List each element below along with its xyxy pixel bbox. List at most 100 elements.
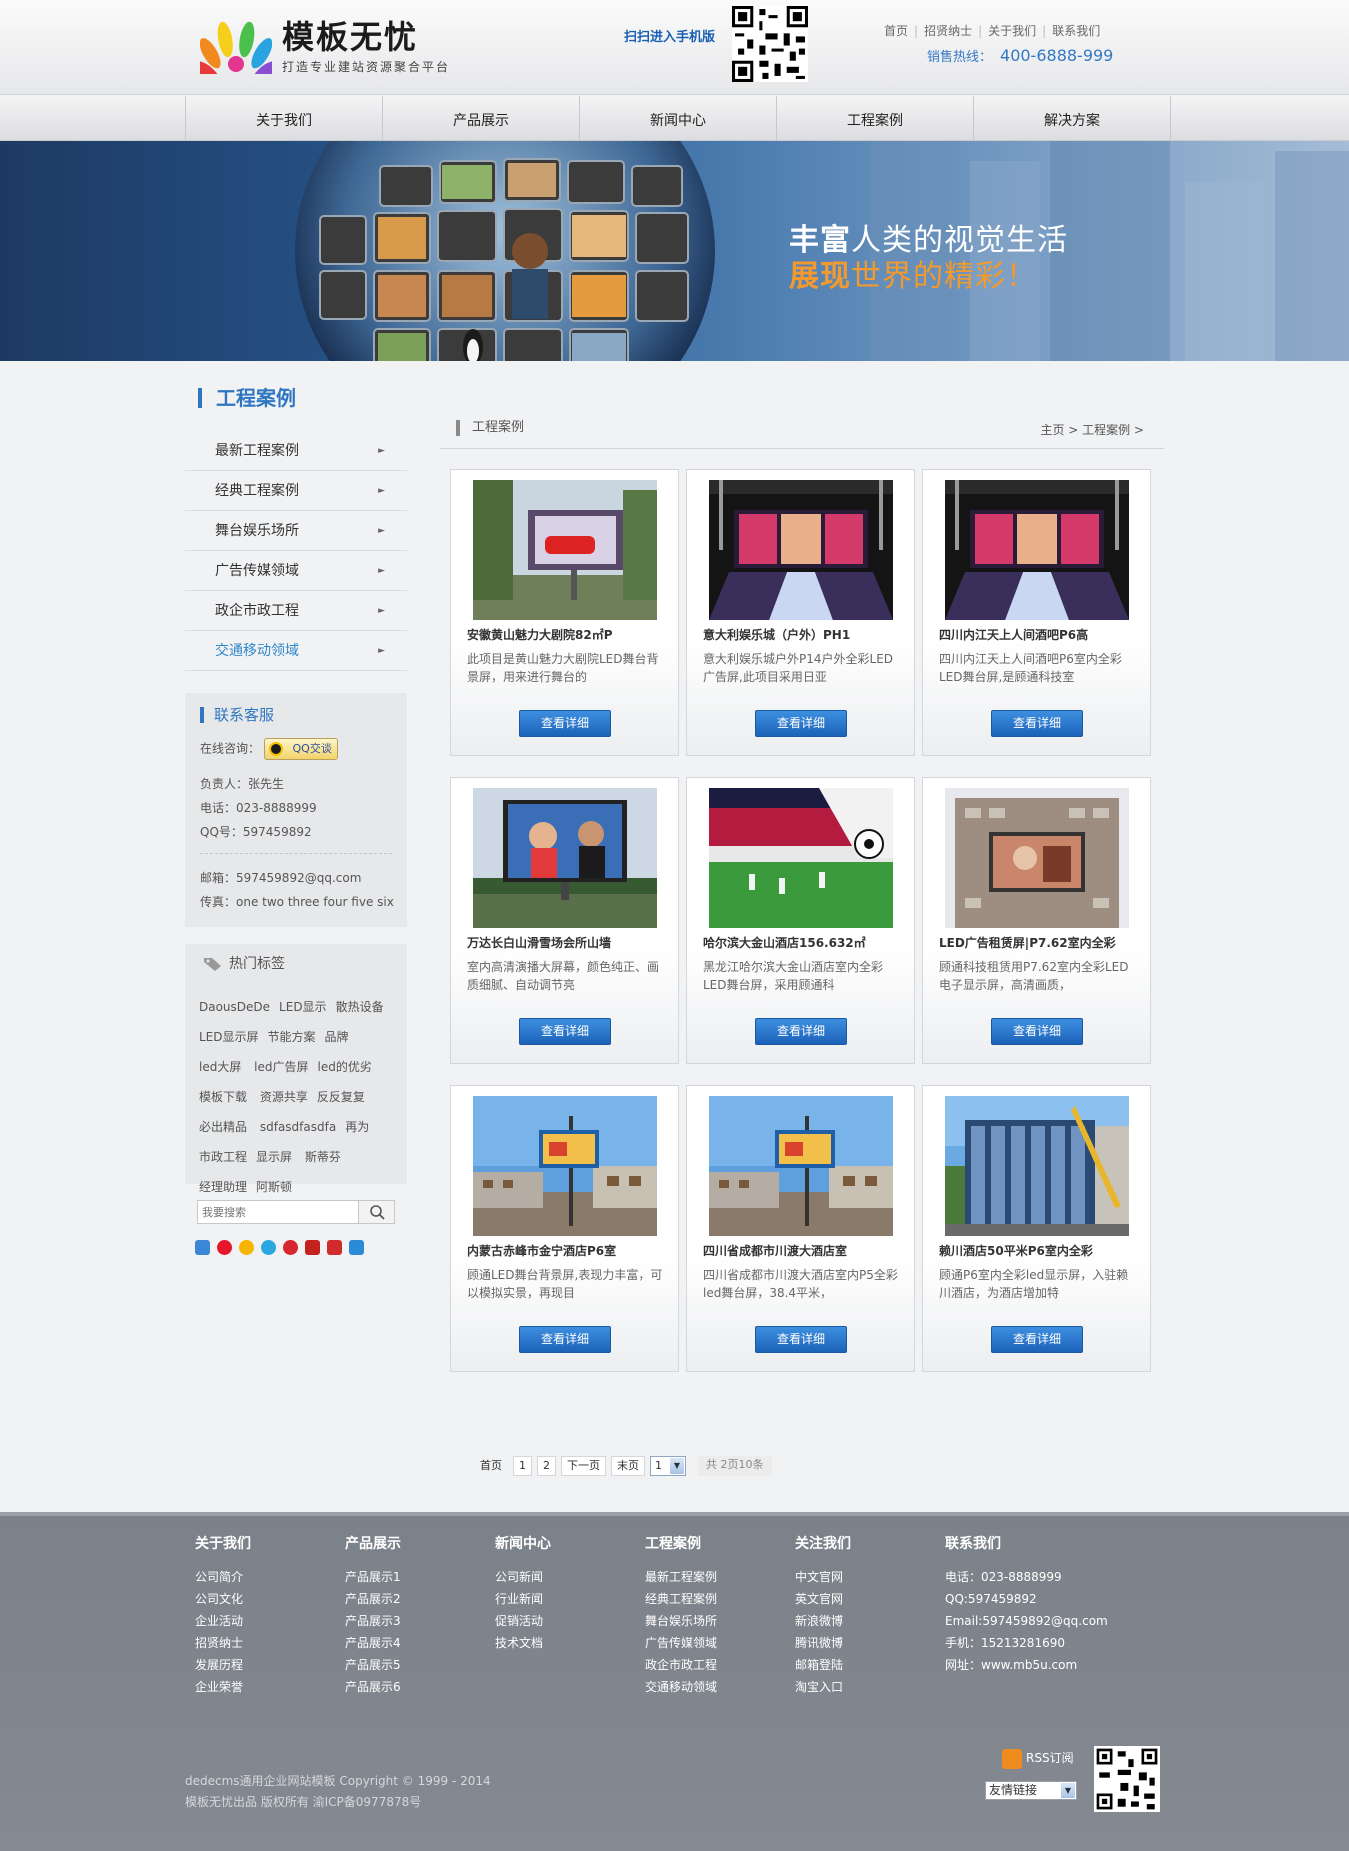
case-thumbnail-image[interactable] [945, 788, 1129, 928]
case-thumbnail[interactable] [473, 1096, 657, 1236]
view-details-button[interactable]: 查看详细 [755, 1326, 847, 1353]
case-thumbnail-image[interactable] [473, 480, 657, 620]
tag-link[interactable]: 品牌 [325, 1030, 349, 1044]
footer-link[interactable]: 手机：15213281690 [945, 1632, 1108, 1654]
footer-link[interactable]: 促销活动 [495, 1610, 551, 1632]
case-title[interactable]: 赖川酒店50平米P6室内全彩 [939, 1242, 1139, 1259]
case-thumbnail[interactable] [945, 480, 1129, 620]
rss-subscribe[interactable]: RSS订阅 [1002, 1748, 1074, 1769]
footer-link[interactable]: 英文官网 [795, 1588, 851, 1610]
tag-link[interactable]: 反反复复 [317, 1090, 365, 1104]
tag-link[interactable]: 必出精品 [199, 1120, 247, 1134]
renren-icon[interactable] [283, 1240, 298, 1255]
footer-link[interactable]: 产品展示5 [345, 1654, 401, 1676]
tag-link[interactable]: LED显示 [279, 1000, 327, 1014]
case-thumbnail-image[interactable] [473, 788, 657, 928]
tag-link[interactable]: 模板下载 [199, 1090, 247, 1104]
footer-link[interactable]: 产品展示4 [345, 1632, 401, 1654]
nav-item-about[interactable]: 关于我们 [186, 96, 383, 141]
footer-link[interactable]: 发展历程 [195, 1654, 251, 1676]
footer-link[interactable]: 公司简介 [195, 1566, 251, 1588]
weibo-icon[interactable] [217, 1240, 232, 1255]
footer-link[interactable]: 公司文化 [195, 1588, 251, 1610]
footer-link[interactable]: 产品展示3 [345, 1610, 401, 1632]
tag-link[interactable]: led广告屏 [254, 1060, 308, 1074]
view-details-button[interactable]: 查看详细 [755, 1018, 847, 1045]
footer-link[interactable]: 经典工程案例 [645, 1588, 717, 1610]
top-link-home[interactable]: 首页 [884, 24, 908, 38]
footer-link[interactable]: 企业荣誉 [195, 1676, 251, 1698]
case-thumbnail[interactable] [709, 788, 893, 928]
case-title[interactable]: 安徽黄山魅力大剧院82㎡P [467, 626, 667, 643]
sidebar-item-transport[interactable]: 交通移动领域 ► [185, 631, 407, 671]
footer-link[interactable]: 政企市政工程 [645, 1654, 717, 1676]
qzone-icon[interactable] [195, 1240, 210, 1255]
footer-link[interactable]: 公司新闻 [495, 1566, 551, 1588]
tag-link[interactable]: 节能方案 [268, 1030, 316, 1044]
home-icon[interactable] [349, 1240, 364, 1255]
footer-link[interactable]: 中文官网 [795, 1566, 851, 1588]
footer-link[interactable]: 招贤纳士 [195, 1632, 251, 1654]
nav-item-cases[interactable]: 工程案例 [777, 96, 974, 141]
footer-link[interactable]: 腾讯微博 [795, 1632, 851, 1654]
view-details-button[interactable]: 查看详细 [755, 710, 847, 737]
footer-link[interactable]: Email:597459892@qq.com [945, 1610, 1108, 1632]
tag-link[interactable]: 散热设备 [336, 1000, 384, 1014]
nav-item-solutions[interactable]: 解决方案 [974, 96, 1171, 141]
footer-link[interactable]: 最新工程案例 [645, 1566, 717, 1588]
breadcrumb[interactable]: 主页 > 工程案例 > [1040, 421, 1144, 438]
case-thumbnail[interactable] [709, 480, 893, 620]
case-thumbnail[interactable] [945, 788, 1129, 928]
footer-link[interactable]: 网址：www.mb5u.com [945, 1654, 1108, 1676]
nav-item-news[interactable]: 新闻中心 [580, 96, 777, 141]
view-details-button[interactable]: 查看详细 [991, 1326, 1083, 1353]
tag-link[interactable]: 阿斯顿 [256, 1180, 292, 1194]
search-input[interactable] [198, 1201, 358, 1223]
case-title[interactable]: 万达长白山滑雪场会所山墙 [467, 934, 667, 951]
case-thumbnail-image[interactable] [945, 480, 1129, 620]
footer-link[interactable]: 邮箱登陆 [795, 1654, 851, 1676]
tag-link[interactable]: led大屏 [199, 1060, 241, 1074]
case-title[interactable]: LED广告租赁屏|P7.62室内全彩 [939, 934, 1139, 951]
case-thumbnail-image[interactable] [945, 1096, 1129, 1236]
footer-link[interactable]: 电话：023-8888999 [945, 1566, 1108, 1588]
footer-link[interactable]: 舞台娱乐场所 [645, 1610, 717, 1632]
footer-link[interactable]: 广告传媒领域 [645, 1632, 717, 1654]
sidebar-item-government[interactable]: 政企市政工程 ► [185, 591, 407, 631]
footer-link[interactable]: 企业活动 [195, 1610, 251, 1632]
footer-link[interactable]: 淘宝入口 [795, 1676, 851, 1698]
case-thumbnail[interactable] [473, 480, 657, 620]
sidebar-item-stage[interactable]: 舞台娱乐场所 ► [185, 511, 407, 551]
tieba-icon[interactable] [305, 1240, 320, 1255]
pager-first[interactable]: 首页 [474, 1456, 508, 1476]
tag-link[interactable]: 再为 [345, 1120, 369, 1134]
case-title[interactable]: 四川内江天上人间酒吧P6高 [939, 626, 1139, 643]
footer-link[interactable]: 交通移动领域 [645, 1676, 717, 1698]
case-thumbnail[interactable] [945, 1096, 1129, 1236]
view-details-button[interactable]: 查看详细 [991, 710, 1083, 737]
case-thumbnail-image[interactable] [709, 480, 893, 620]
tag-link[interactable]: 经理助理 [199, 1180, 247, 1194]
tag-link[interactable]: led的优劣 [318, 1060, 372, 1074]
tag-link[interactable]: 资源共享 [260, 1090, 308, 1104]
search-button[interactable] [358, 1201, 394, 1223]
view-details-button[interactable]: 查看详细 [519, 710, 611, 737]
view-details-button[interactable]: 查看详细 [519, 1018, 611, 1045]
tag-link[interactable]: 斯蒂芬 [305, 1150, 341, 1164]
qq-chat-button[interactable]: QQ交谈 [263, 738, 338, 760]
footer-link[interactable]: 新浪微博 [795, 1610, 851, 1632]
case-thumbnail-image[interactable] [473, 1096, 657, 1236]
view-details-button[interactable]: 查看详细 [991, 1018, 1083, 1045]
footer-link[interactable]: 产品展示1 [345, 1566, 401, 1588]
top-link-about[interactable]: 关于我们 [988, 24, 1036, 38]
pengyou-icon[interactable] [261, 1240, 276, 1255]
case-thumbnail-image[interactable] [709, 788, 893, 928]
case-thumbnail[interactable] [473, 788, 657, 928]
sidebar-item-latest[interactable]: 最新工程案例 ► [185, 431, 407, 471]
case-thumbnail[interactable] [709, 1096, 893, 1236]
case-title[interactable]: 四川省成都市川渡大酒店室 [703, 1242, 903, 1259]
tag-link[interactable]: sdfasdfasdfa [260, 1120, 336, 1134]
footer-link[interactable]: 技术文档 [495, 1632, 551, 1654]
tag-link[interactable]: DaousDeDe [199, 1000, 270, 1014]
case-title[interactable]: 意大利娱乐城（户外）PH1 [703, 626, 903, 643]
